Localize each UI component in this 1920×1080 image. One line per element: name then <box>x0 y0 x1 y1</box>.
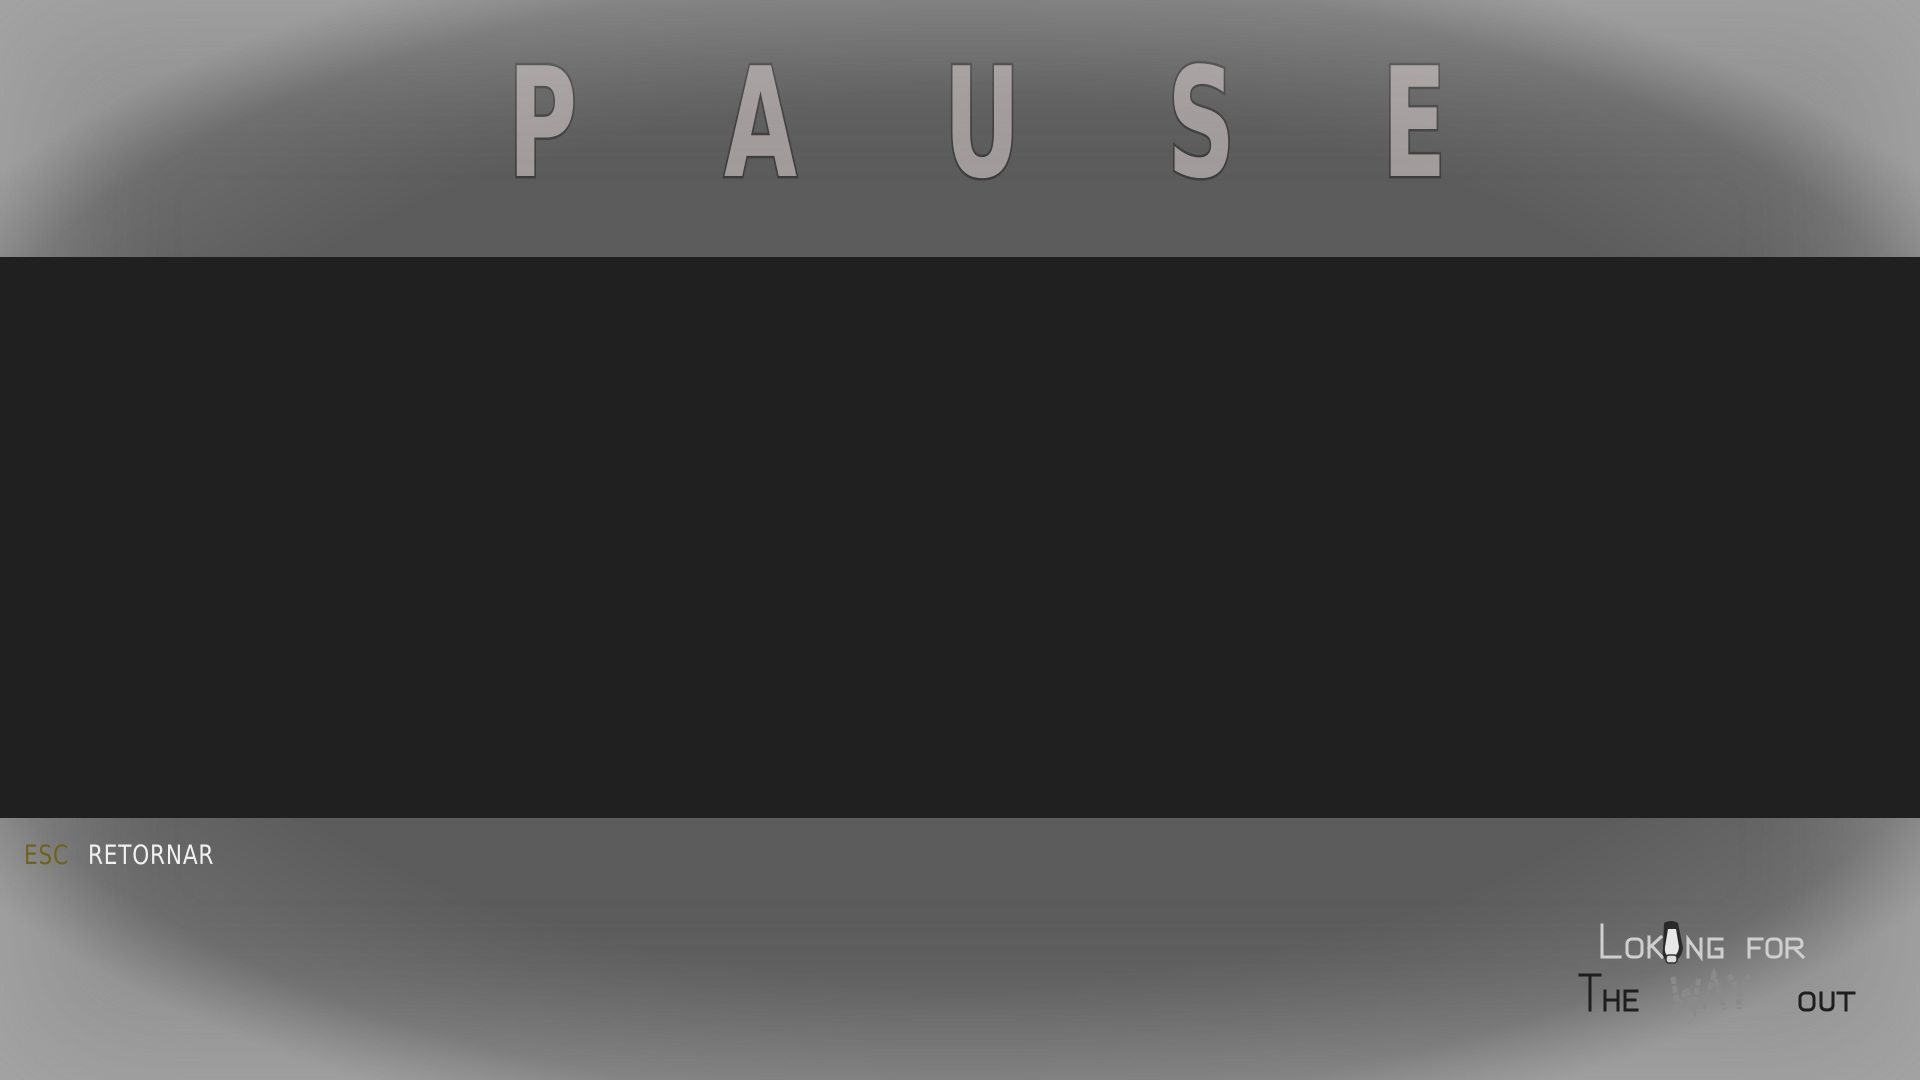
title-band: P A U S E <box>0 0 1920 257</box>
pause-screen: P A U S E ESC RETORNAR <box>0 0 1920 1080</box>
pause-menu-panel <box>0 257 1920 818</box>
esc-key-label: ESC <box>24 840 69 871</box>
return-hint[interactable]: ESC RETORNAR <box>24 840 246 871</box>
game-logo <box>1578 921 1856 1019</box>
return-action-label[interactable]: RETORNAR <box>88 840 214 871</box>
flashlight-icon <box>1662 921 1683 964</box>
pause-title: P A U S E <box>507 34 1504 212</box>
